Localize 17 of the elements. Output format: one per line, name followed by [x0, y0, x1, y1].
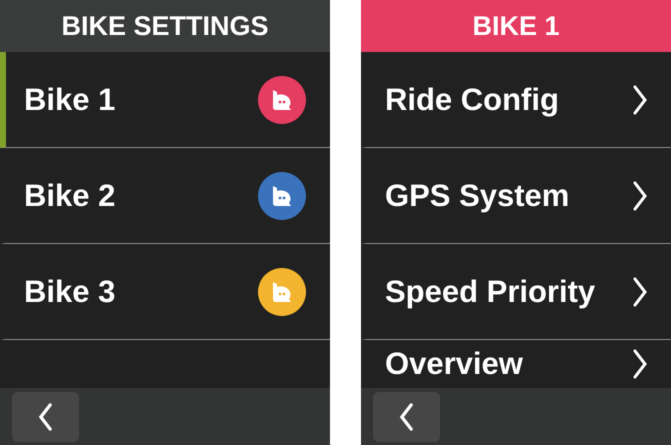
list-item[interactable]: Ride Config	[361, 52, 671, 148]
chevron-right-icon	[633, 276, 647, 306]
screen-title: BIKE 1	[472, 10, 560, 42]
chevron-left-icon	[400, 402, 413, 430]
list-item[interactable]: Bike 3	[0, 244, 330, 340]
list-item[interactable]: Bike 2	[0, 148, 330, 244]
list-item[interactable]: Speed Priority	[361, 244, 671, 340]
back-button[interactable]	[373, 392, 440, 442]
list-item[interactable]: Overview	[361, 340, 671, 388]
chevron-right-icon	[633, 84, 647, 114]
screen-title: BIKE SETTINGS	[61, 10, 269, 42]
chevron-right-icon	[633, 180, 647, 210]
back-button[interactable]	[12, 392, 79, 442]
list-item[interactable]: GPS System	[361, 148, 671, 244]
chevron-left-icon	[39, 402, 52, 430]
list-item[interactable]: Bike 1	[0, 52, 330, 148]
chevron-right-icon	[633, 349, 647, 379]
